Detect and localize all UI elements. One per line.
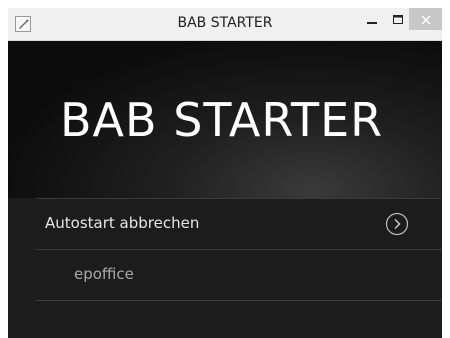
- bab-starter-window: BAB STARTER BAB STARTER Autostart abbrec…: [8, 8, 442, 338]
- maximize-button[interactable]: [385, 8, 411, 30]
- title-bar[interactable]: BAB STARTER: [8, 8, 442, 41]
- header-banner: BAB STARTER: [8, 41, 442, 198]
- maximize-icon: [393, 10, 403, 29]
- menu-item-label: epoffice: [74, 265, 134, 283]
- menu-item-autostart-abbrechen[interactable]: Autostart abbrechen: [36, 198, 442, 250]
- chevron-right-circle-icon[interactable]: [385, 212, 409, 236]
- banner-heading: BAB STARTER: [60, 93, 384, 147]
- close-icon: [421, 10, 431, 29]
- minimize-icon: [367, 10, 377, 29]
- start-menu: Autostart abbrechen epoffice: [8, 198, 442, 338]
- minimize-button[interactable]: [359, 8, 385, 30]
- menu-item-label: Autostart abbrechen: [45, 214, 200, 232]
- close-button[interactable]: [409, 8, 442, 30]
- menu-item-epoffice[interactable]: epoffice: [36, 250, 442, 301]
